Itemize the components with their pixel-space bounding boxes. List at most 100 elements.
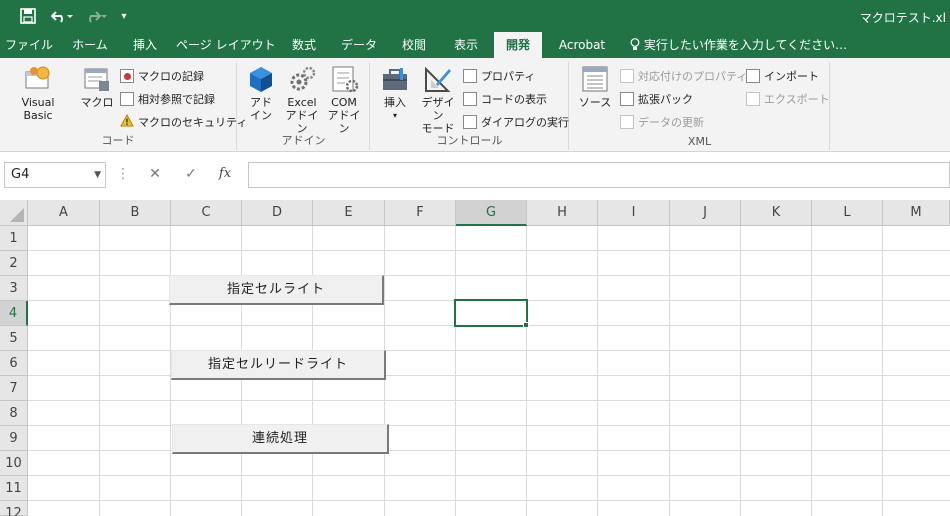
gridline — [99, 226, 100, 516]
select-all-button[interactable] — [0, 200, 28, 226]
ribbon-tabs: ファイル ホーム 挿入 ページ レイアウト 数式 データ 校閲 表示 開発 Ac… — [0, 32, 950, 58]
redo-icon[interactable] — [82, 6, 110, 26]
macro-button-write-cell[interactable]: 指定セルライト — [169, 275, 384, 305]
tab-home[interactable]: ホーム — [64, 32, 116, 58]
group-controls: 挿入 ▾ デザイン モード プロパティ コードの表示 ダイアログの実行 コントロ… — [371, 62, 569, 150]
row-header-2[interactable]: 2 — [0, 251, 28, 276]
row-header-11[interactable]: 11 — [0, 476, 28, 501]
macros-icon — [82, 64, 112, 94]
enter-icon[interactable]: ✓ — [180, 166, 202, 182]
column-header-f[interactable]: F — [385, 200, 456, 226]
group-xml: ソース 対応付けのプロパティ 拡張パック データの更新 インポート エクスポート… — [570, 62, 830, 150]
view-code-button[interactable]: コードの表示 — [463, 89, 547, 109]
customize-qat-icon[interactable]: ▾ — [116, 6, 132, 26]
macros-button[interactable]: マクロ — [80, 64, 114, 109]
macro-security-button[interactable]: マクロのセキュリティ — [120, 112, 247, 132]
design-mode-button[interactable]: デザイン モード — [417, 64, 459, 135]
macro-button-batch-process[interactable]: 連続処理 — [172, 424, 389, 454]
gridline — [28, 500, 950, 501]
record-macro-button[interactable]: マクロの記録 — [120, 66, 204, 86]
row-header-9[interactable]: 9 — [0, 426, 28, 451]
column-header-k[interactable]: K — [741, 200, 812, 226]
tab-view[interactable]: 表示 — [444, 32, 488, 58]
row-header-1[interactable]: 1 — [0, 226, 28, 251]
gridline — [882, 226, 883, 516]
expansion-packs-button[interactable]: 拡張パック — [620, 89, 693, 109]
gridline — [28, 375, 950, 376]
tell-me-box[interactable]: 実行したい作業を入力してください… — [630, 32, 847, 58]
row-header-10[interactable]: 10 — [0, 451, 28, 476]
excel-addins-button[interactable]: Excel アドイン — [284, 64, 320, 135]
group-code: Visual Basic マクロ マクロの記録 相対参照で記録 マクロのセキュリ… — [0, 62, 247, 150]
gridline — [669, 226, 670, 516]
save-icon[interactable] — [16, 6, 40, 26]
name-box-dropdown-icon[interactable]: ▼ — [94, 163, 101, 187]
visual-basic-button[interactable]: Visual Basic — [6, 64, 70, 122]
tab-page-layout[interactable]: ページ レイアウト — [176, 32, 276, 58]
row-header-3[interactable]: 3 — [0, 276, 28, 301]
toolbox-icon — [380, 64, 410, 94]
group-label-code: コード — [101, 134, 135, 147]
gridline — [28, 425, 950, 426]
tab-developer[interactable]: 開発 — [494, 32, 542, 58]
export-button[interactable]: エクスポート — [746, 89, 830, 109]
properties-button[interactable]: プロパティ — [463, 66, 535, 86]
undo-icon[interactable] — [48, 6, 76, 26]
relative-reference-icon — [120, 92, 134, 106]
column-header-g[interactable]: G — [456, 200, 527, 226]
row-header-7[interactable]: 7 — [0, 376, 28, 401]
column-header-d[interactable]: D — [242, 200, 313, 226]
insert-control-button[interactable]: 挿入 ▾ — [379, 64, 411, 122]
tab-acrobat[interactable]: Acrobat — [550, 32, 614, 58]
addins-button[interactable]: アド イン — [246, 64, 276, 122]
row-header-5[interactable]: 5 — [0, 326, 28, 351]
worksheet-grid[interactable]: A B C D E F G H I J K L M 1 2 3 4 5 6 7 … — [0, 200, 950, 516]
column-header-m[interactable]: M — [883, 200, 950, 226]
tab-insert[interactable]: 挿入 — [122, 32, 168, 58]
group-label-addins: アドイン — [281, 134, 326, 147]
cancel-icon[interactable]: ✕ — [144, 166, 166, 182]
gridline — [28, 275, 950, 276]
refresh-data-button[interactable]: データの更新 — [620, 112, 704, 132]
column-header-j[interactable]: J — [670, 200, 741, 226]
row-header-8[interactable]: 8 — [0, 401, 28, 426]
import-button[interactable]: インポート — [746, 66, 819, 86]
selected-cell[interactable] — [454, 299, 528, 327]
expansion-packs-icon — [620, 92, 634, 106]
column-header-a[interactable]: A — [28, 200, 100, 226]
warning-icon — [120, 113, 134, 130]
tab-formulas[interactable]: 数式 — [282, 32, 326, 58]
import-icon — [746, 69, 760, 83]
row-header-12[interactable]: 12 — [0, 501, 28, 516]
macro-button-read-write-cell[interactable]: 指定セルリードライト — [171, 350, 386, 380]
map-properties-button[interactable]: 対応付けのプロパティ — [620, 66, 747, 86]
xml-source-button[interactable]: ソース — [578, 64, 612, 109]
document-title: マクロテスト.xl — [859, 11, 946, 25]
relative-references-button[interactable]: 相対参照で記録 — [120, 89, 215, 109]
lightbulb-icon — [630, 38, 644, 52]
run-dialog-icon — [463, 115, 477, 129]
properties-icon — [463, 69, 477, 83]
export-icon — [746, 92, 760, 106]
row-header-4[interactable]: 4 — [0, 301, 28, 326]
tab-review[interactable]: 校閲 — [392, 32, 436, 58]
insert-function-icon[interactable]: fx — [214, 166, 236, 181]
column-header-h[interactable]: H — [527, 200, 598, 226]
column-header-e[interactable]: E — [313, 200, 385, 226]
column-header-l[interactable]: L — [812, 200, 883, 226]
column-header-c[interactable]: C — [171, 200, 242, 226]
tell-me-text: 実行したい作業を入力してください… — [643, 38, 848, 52]
record-icon — [120, 69, 134, 83]
gridline — [740, 226, 741, 516]
tab-file[interactable]: ファイル — [0, 32, 58, 58]
tab-data[interactable]: データ — [334, 32, 384, 58]
gridline — [455, 226, 456, 516]
fill-handle[interactable] — [523, 322, 529, 328]
formula-input[interactable] — [248, 162, 950, 188]
com-addins-button[interactable]: COM アドイン — [326, 64, 362, 135]
run-dialog-button[interactable]: ダイアログの実行 — [463, 112, 569, 132]
column-header-b[interactable]: B — [100, 200, 171, 226]
name-box[interactable]: G4 ▼ — [4, 162, 106, 188]
row-header-6[interactable]: 6 — [0, 351, 28, 376]
column-header-i[interactable]: I — [598, 200, 670, 226]
